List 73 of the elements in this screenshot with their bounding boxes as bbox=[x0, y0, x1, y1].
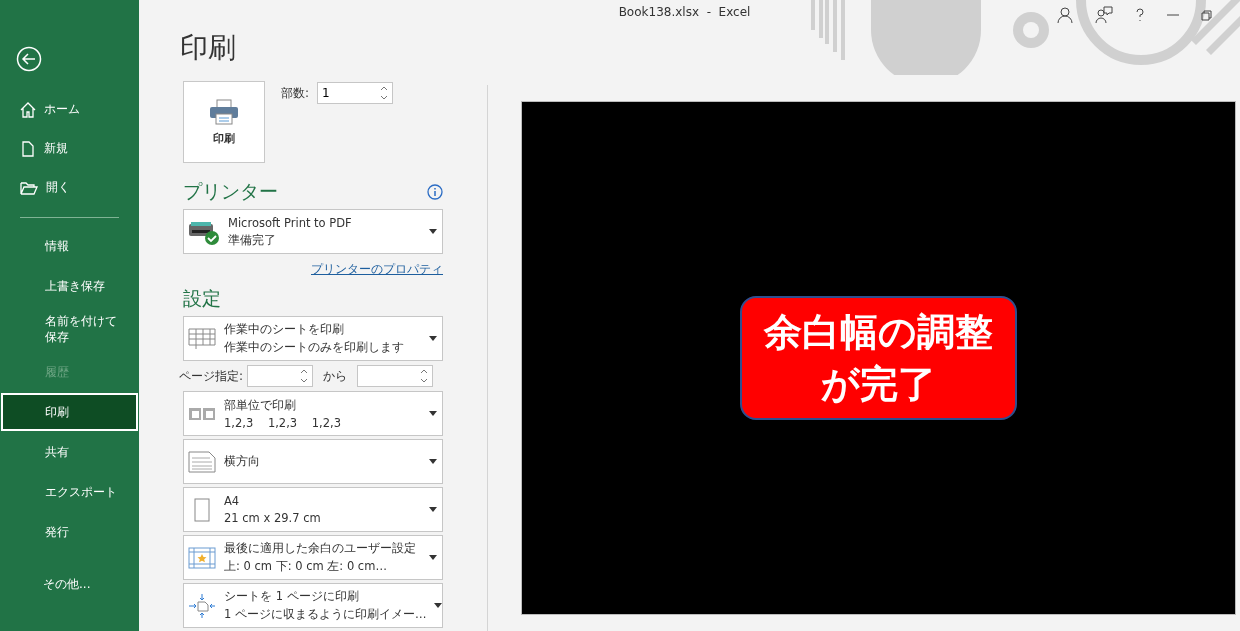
window-title: Book138.xlsx - Excel bbox=[618, 4, 751, 19]
dropdown-caret-icon bbox=[434, 603, 443, 608]
option-description: 作業中のシートのみを印刷します bbox=[224, 340, 405, 355]
dropdown-caret-icon bbox=[429, 229, 437, 234]
option-title: 最後に適用した余白のユーザー設定 bbox=[224, 541, 417, 556]
printer-dropdown[interactable]: Microsoft Print to PDF 準備完了 bbox=[183, 209, 443, 254]
option-title: 部単位で印刷 bbox=[224, 397, 297, 413]
sidebar-item-label: ホーム bbox=[44, 101, 80, 118]
printer-status: 準備完了 bbox=[228, 232, 277, 248]
sidebar-item[interactable]: 共有 bbox=[1, 433, 138, 471]
option-description: 1,2,3 1,2,3 1,2,3 bbox=[224, 415, 343, 430]
print-setting-dropdown[interactable]: 部単位で印刷 1,2,3 1,2,3 1,2,3 bbox=[183, 391, 443, 436]
printer-icon bbox=[209, 98, 239, 125]
grid-sheet-icon bbox=[188, 327, 216, 350]
print-setting-dropdown[interactable]: A4 21 cm x 29.7 cm bbox=[183, 487, 443, 532]
spin-arrows-icon[interactable] bbox=[380, 85, 389, 101]
dropdown-caret-icon bbox=[429, 555, 437, 560]
home-icon bbox=[20, 101, 36, 118]
page-range-label: ページ指定: bbox=[179, 367, 244, 385]
portrait-page-icon bbox=[194, 497, 210, 522]
option-description: 21 cm x 29.7 cm bbox=[224, 511, 322, 525]
dropdown-caret-icon bbox=[429, 336, 437, 341]
dropdown-caret-icon bbox=[429, 507, 437, 512]
print-setting-dropdown[interactable]: 最後に適用した余白のユーザー設定 上: 0 cm 下: 0 cm 左: 0 cm… bbox=[183, 535, 443, 580]
section-heading: プリンター bbox=[183, 179, 278, 204]
print-setting-dropdown[interactable]: シートを 1 ページに印刷 1 ページに収まるように印刷イメー… bbox=[183, 583, 443, 628]
sidebar-item-label: 開く bbox=[46, 179, 70, 196]
section-heading: 設定 bbox=[183, 286, 221, 311]
print-button[interactable]: 印刷 bbox=[183, 81, 265, 163]
landscape-page-icon bbox=[188, 450, 216, 473]
sidebar-item[interactable]: 印刷 bbox=[1, 393, 138, 431]
feedback-icon[interactable] bbox=[1095, 6, 1113, 24]
sidebar-item[interactable]: 上書き保存 bbox=[1, 267, 138, 305]
folder-icon bbox=[20, 179, 38, 196]
more-link[interactable]: その他... bbox=[0, 576, 139, 593]
option-description: 1 ページに収まるように印刷イメー… bbox=[224, 607, 427, 622]
fit-to-page-icon bbox=[188, 592, 216, 619]
sidebar-item[interactable]: 新規 bbox=[0, 129, 139, 168]
back-button[interactable] bbox=[16, 46, 42, 72]
spin-arrows-icon[interactable] bbox=[300, 368, 309, 384]
callout-label: 余白幅の調整 が完了 bbox=[740, 296, 1017, 420]
dropdown-caret-icon bbox=[429, 459, 437, 464]
sidebar-item[interactable]: エクスポート bbox=[1, 473, 138, 511]
account-icon[interactable] bbox=[1057, 6, 1073, 24]
info-icon[interactable] bbox=[427, 184, 443, 200]
stacked-pages-icon bbox=[188, 406, 216, 421]
print-scope-dropdown[interactable]: 作業中のシートを印刷 作業中のシートのみを印刷します bbox=[183, 316, 443, 361]
page-range-to-label: から bbox=[323, 367, 348, 385]
print-setting-dropdown[interactable]: 横方向 bbox=[183, 439, 443, 484]
spin-arrows-icon[interactable] bbox=[420, 368, 429, 384]
option-title: 作業中のシートを印刷 bbox=[224, 322, 345, 337]
sidebar-item[interactable]: 情報 bbox=[1, 227, 138, 265]
page-heading: 印刷 bbox=[180, 30, 237, 66]
sidebar-item[interactable]: 開く bbox=[0, 168, 139, 207]
copies-field[interactable]: 1 bbox=[317, 82, 394, 104]
sidebar-item-label: 新規 bbox=[44, 140, 68, 157]
option-title: 横方向 bbox=[224, 454, 261, 469]
sidebar-item[interactable]: 名前を付けて保存 bbox=[1, 307, 138, 351]
margin-page-icon bbox=[188, 546, 216, 569]
dropdown-caret-icon bbox=[429, 411, 437, 416]
help-icon[interactable] bbox=[1135, 8, 1145, 22]
option-title: A4 bbox=[224, 494, 241, 508]
document-icon bbox=[20, 140, 36, 157]
printer-properties-link[interactable]: プリンターのプロパティ bbox=[311, 261, 443, 278]
copies-label: 部数: bbox=[281, 84, 310, 102]
restore-icon[interactable] bbox=[1201, 9, 1212, 21]
page-from-field[interactable] bbox=[247, 365, 314, 387]
sidebar-item[interactable]: 発行 bbox=[1, 513, 138, 551]
option-title: シートを 1 ページに印刷 bbox=[224, 589, 360, 604]
printer-name: Microsoft Print to PDF bbox=[228, 215, 353, 230]
page-to-field[interactable] bbox=[357, 365, 434, 387]
sidebar-item[interactable]: ホーム bbox=[0, 90, 139, 129]
option-description: 上: 0 cm 下: 0 cm 左: 0 cm… bbox=[224, 559, 388, 574]
